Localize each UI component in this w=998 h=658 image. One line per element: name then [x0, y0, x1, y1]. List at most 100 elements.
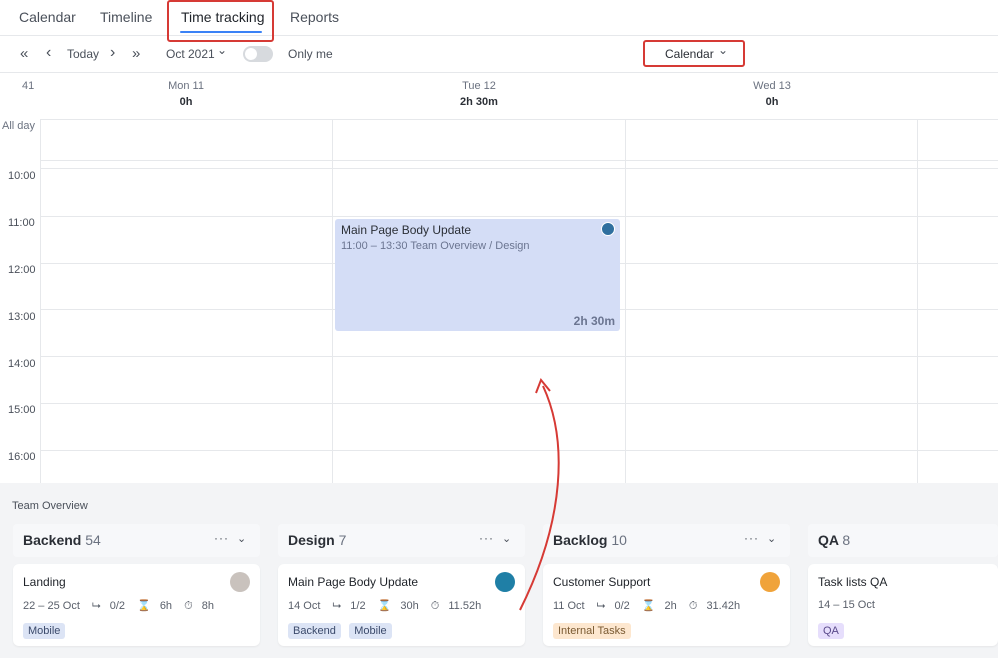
- all-day-label: All day: [2, 120, 36, 132]
- card-title: Task lists QA: [818, 575, 888, 589]
- hourglass-icon: ⌛: [377, 600, 392, 612]
- column-name: Design 7: [288, 532, 346, 548]
- task-card[interactable]: Main Page Body Update 14 Oct ⮡ 1/2 ⌛ 30h ⏱…: [278, 564, 525, 646]
- chevron-down-icon[interactable]: ⌄: [237, 532, 246, 545]
- top-tabs: Calendar Timeline Time tracking Reports: [0, 0, 998, 36]
- hourglass-icon: ⌛: [137, 600, 151, 612]
- stopwatch-icon: ⏱: [430, 600, 440, 612]
- grid-divider: [625, 119, 626, 483]
- column-header-design: Design 7 ··· ⌄: [278, 524, 525, 557]
- more-icon[interactable]: ···: [479, 531, 494, 545]
- avatar: [495, 572, 515, 592]
- day-header-tue: Tue 12 2h 30m: [333, 80, 625, 108]
- only-me-label: Only me: [288, 47, 333, 61]
- card-meta: 22 – 25 Oct ⮡ 0/2 ⌛ 6h ⏱ 8h: [23, 599, 223, 613]
- more-icon[interactable]: ···: [214, 531, 229, 545]
- stopwatch-icon: ⏱: [184, 600, 193, 612]
- grid-divider: [40, 119, 998, 120]
- tag: Mobile: [349, 623, 392, 639]
- day-header-mon: Mon 11 0h: [40, 80, 332, 108]
- task-card[interactable]: Landing 22 – 25 Oct ⮡ 0/2 ⌛ 6h ⏱ 8h Mobile: [13, 564, 260, 646]
- column-name: Backlog 10: [553, 532, 627, 548]
- subtasks-icon: ⮡: [332, 600, 342, 612]
- column-label: QA: [818, 532, 839, 548]
- day-header-wed: Wed 13 0h: [626, 80, 918, 108]
- grid-divider: [40, 160, 998, 161]
- column-header-backend: Backend 54 ··· ⌄: [13, 524, 260, 557]
- column-name: Backend 54: [23, 532, 101, 548]
- column-count: 10: [611, 532, 627, 548]
- day-name: Tue 12: [462, 80, 496, 92]
- card-dates: 14 Oct: [288, 600, 321, 612]
- column-count: 8: [842, 532, 851, 548]
- month-selector[interactable]: Oct 2021: [166, 47, 215, 61]
- grid-divider: [40, 403, 998, 404]
- grid-divider: [917, 119, 918, 483]
- more-icon[interactable]: ···: [744, 531, 759, 545]
- column-label: Backend: [23, 532, 82, 548]
- week-number: 41: [22, 80, 35, 92]
- hour-label: 10:00: [8, 170, 36, 182]
- hour-label: 12:00: [8, 264, 36, 276]
- board-title: Team Overview: [12, 500, 88, 512]
- time-entry-event[interactable]: Main Page Body Update 11:00 – 13:30 Team…: [335, 219, 620, 331]
- next-icon[interactable]: ›: [110, 44, 115, 62]
- day-name: Mon 11: [168, 80, 204, 92]
- card-dates: 11 Oct: [553, 600, 585, 612]
- avatar: [230, 572, 250, 592]
- grid-divider: [40, 356, 998, 357]
- card-dates: 22 – 25 Oct: [23, 600, 80, 612]
- card-tags: Internal Tasks: [553, 621, 635, 639]
- task-card[interactable]: Task lists QA 14 – 15 Oct QA: [808, 564, 998, 646]
- first-page-icon[interactable]: «: [20, 45, 28, 62]
- column-header-qa: QA 8: [808, 524, 998, 557]
- toolbar: « ‹ Today › » Oct 2021 ⌄ Only me Calenda…: [0, 36, 998, 73]
- chevron-down-icon[interactable]: ⌄: [502, 532, 511, 545]
- chevron-down-icon[interactable]: ⌄: [767, 532, 776, 545]
- card-tags: Mobile: [23, 621, 69, 639]
- tag: QA: [818, 623, 844, 639]
- column-header-backlog: Backlog 10 ··· ⌄: [543, 524, 790, 557]
- hourglass-icon: ⌛: [641, 600, 656, 612]
- tab-reports[interactable]: Reports: [290, 9, 339, 25]
- card-tags: QA: [818, 621, 848, 639]
- toggle-knob: [245, 48, 257, 60]
- tab-timeline[interactable]: Timeline: [100, 9, 152, 25]
- grid-divider: [40, 450, 998, 451]
- card-dates: 14 – 15 Oct: [818, 599, 875, 611]
- tab-calendar[interactable]: Calendar: [19, 9, 76, 25]
- card-tags: Backend Mobile: [288, 621, 396, 639]
- tag: Mobile: [23, 623, 66, 639]
- card-meta: 11 Oct ⮡ 0/2 ⌛ 2h ⏱ 31.42h: [553, 599, 749, 613]
- month-chevron-down-icon[interactable]: ⌄: [217, 43, 227, 57]
- day-total: 0h: [179, 96, 193, 108]
- grid-divider: [40, 168, 998, 169]
- event-title: Main Page Body Update: [341, 223, 472, 237]
- hour-label: 13:00: [8, 311, 36, 323]
- only-me-toggle[interactable]: [243, 46, 273, 62]
- event-duration: 2h 30m: [573, 314, 615, 328]
- card-estimate: 6h: [159, 600, 173, 612]
- event-meta: 11:00 – 13:30 Team Overview / Design: [341, 240, 530, 252]
- today-button[interactable]: Today: [67, 47, 99, 61]
- avatar: [760, 572, 780, 592]
- column-name: QA 8: [818, 532, 850, 548]
- previous-icon[interactable]: ‹: [46, 44, 51, 62]
- card-subtasks: 1/2: [350, 600, 366, 612]
- calendar-grid: 41 Mon 11 0h Tue 12 2h 30m Wed 13 0h All…: [0, 73, 998, 483]
- card-meta: 14 Oct ⮡ 1/2 ⌛ 30h ⏱ 11.52h: [288, 599, 490, 613]
- grid-divider: [332, 119, 333, 483]
- view-highlight-box: [643, 40, 745, 67]
- task-card[interactable]: Customer Support 11 Oct ⮡ 0/2 ⌛ 2h ⏱ 31.42h…: [543, 564, 790, 646]
- column-count: 7: [338, 532, 347, 548]
- card-title: Main Page Body Update: [288, 575, 419, 589]
- hour-label: 16:00: [8, 451, 36, 463]
- card-title: Customer Support: [553, 575, 651, 589]
- grid-divider: [40, 119, 41, 483]
- subtasks-icon: ⮡: [91, 600, 101, 612]
- last-page-icon[interactable]: »: [132, 45, 140, 62]
- stopwatch-icon: ⏱: [688, 600, 698, 612]
- hour-label: 11:00: [8, 217, 35, 229]
- avatar: [601, 222, 615, 236]
- day-total: 2h 30m: [460, 96, 498, 108]
